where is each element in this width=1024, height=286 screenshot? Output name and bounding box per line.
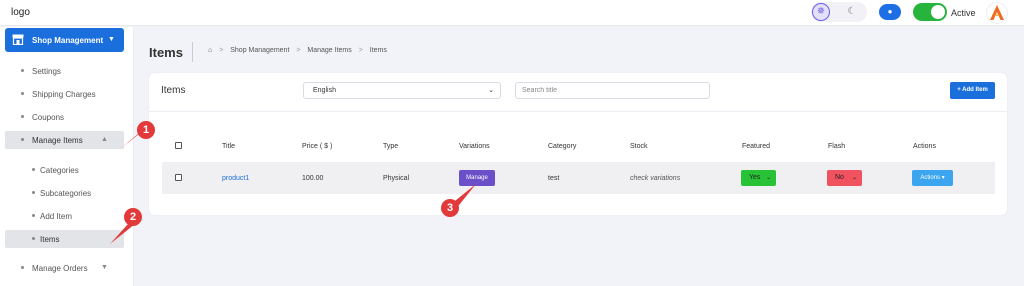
marker-3: 3	[441, 199, 459, 217]
items-card: Items English ⌄ + Add Item Title Price (…	[149, 73, 1007, 215]
active-toggle[interactable]	[913, 3, 947, 21]
preview-button[interactable]: ●	[879, 4, 901, 20]
sidebar-item-label: Categories	[40, 166, 79, 175]
item-title-link[interactable]: product1	[222, 175, 249, 182]
chevron-right-icon: >	[358, 47, 363, 54]
chevron-right-icon: >	[296, 47, 301, 54]
sidebar-item-label: Shipping Charges	[32, 90, 96, 99]
theme-toggle[interactable]: ✵ ☾	[811, 2, 867, 22]
chevron-down-icon: ▼	[101, 264, 108, 271]
chevron-down-icon: ⌄	[488, 87, 494, 94]
marker-1: 1	[137, 121, 155, 139]
item-category: test	[548, 175, 560, 182]
chevron-up-icon: ▲	[101, 136, 108, 143]
page-title: Items	[149, 45, 183, 60]
column-header-flash[interactable]: Flash	[828, 143, 845, 150]
column-header-type[interactable]: Type	[383, 143, 398, 150]
divider	[149, 111, 1007, 112]
language-select-value: English	[313, 87, 336, 94]
bullet-icon	[32, 191, 35, 194]
home-icon[interactable]: ⌂	[208, 47, 212, 54]
sidebar-header-label: Shop Management	[32, 36, 104, 45]
active-label: Active	[951, 8, 976, 18]
breadcrumb-items: Items	[369, 47, 387, 54]
add-item-button[interactable]: + Add Item	[950, 82, 995, 99]
item-price: 100.00	[302, 175, 324, 182]
bullet-icon	[32, 237, 35, 240]
logo[interactable]: logo	[11, 7, 30, 18]
breadcrumb-manage-items[interactable]: Manage Items	[307, 47, 351, 54]
toggle-knob	[931, 5, 945, 19]
column-header-category[interactable]: Category	[548, 143, 576, 150]
sidebar-item-settings[interactable]: Settings	[5, 62, 124, 80]
sidebar-item-manage-items[interactable]: Manage Items ▲	[5, 131, 124, 149]
manage-variations-button[interactable]: Manage	[459, 170, 495, 186]
bullet-icon	[32, 168, 35, 171]
table-row	[162, 162, 995, 194]
sidebar-header-shop-management[interactable]: Shop Management ▼	[5, 28, 124, 52]
actions-dropdown-button[interactable]: Actions ▾	[912, 170, 953, 186]
moon-icon[interactable]: ☾	[844, 4, 860, 20]
sidebar-item-label: Items	[40, 235, 60, 244]
breadcrumb-shop-management[interactable]: Shop Management	[230, 47, 289, 54]
chevron-down-icon: ⌄	[766, 175, 772, 181]
user-logo-icon	[986, 2, 1008, 24]
bullet-icon	[21, 92, 24, 95]
select-all-checkbox[interactable]	[175, 142, 182, 149]
marker-2: 2	[124, 208, 142, 226]
bullet-icon	[21, 266, 24, 269]
chevron-right-icon: >	[219, 47, 224, 54]
flash-value: No	[835, 174, 844, 181]
eye-icon: ●	[887, 7, 893, 16]
item-stock: check variations	[630, 175, 681, 182]
column-header-variations[interactable]: Variations	[459, 143, 490, 150]
divider	[192, 42, 193, 62]
featured-value: Yes	[749, 174, 761, 181]
bullet-icon	[32, 214, 35, 217]
sidebar-item-add-item[interactable]: Add Item	[5, 207, 124, 225]
caret-down-icon: ▾	[941, 175, 945, 181]
actions-label: Actions	[920, 175, 940, 181]
column-header-price[interactable]: Price ( $ )	[302, 143, 332, 150]
sidebar-item-coupons[interactable]: Coupons	[5, 108, 124, 126]
sidebar-item-items[interactable]: Items	[5, 230, 124, 248]
search-input[interactable]	[515, 82, 710, 99]
sidebar-item-shipping-charges[interactable]: Shipping Charges	[5, 85, 124, 103]
column-header-featured[interactable]: Featured	[742, 143, 770, 150]
sidebar-item-label: Manage Items	[32, 136, 83, 145]
sidebar: Shop Management ▼ Settings Shipping Char…	[0, 27, 134, 286]
breadcrumb: ⌂ > Shop Management > Manage Items > Ite…	[208, 47, 392, 54]
sidebar-item-label: Add Item	[40, 212, 73, 221]
language-select[interactable]: English ⌄	[303, 82, 501, 99]
top-bar: logo ✵ ☾ ● Active	[0, 0, 1024, 26]
sidebar-item-subcategories[interactable]: Subcategories	[5, 184, 124, 202]
sidebar-item-label: Manage Orders	[32, 264, 88, 273]
card-title: Items	[161, 85, 186, 96]
sidebar-item-label: Subcategories	[40, 189, 92, 198]
row-checkbox[interactable]	[175, 174, 182, 181]
sidebar-item-label: Coupons	[32, 113, 65, 122]
store-icon	[12, 34, 24, 45]
column-header-actions: Actions	[913, 143, 936, 150]
sidebar-item-categories[interactable]: Categories	[5, 161, 124, 179]
featured-select[interactable]: Yes ⌄	[741, 170, 776, 186]
column-header-stock[interactable]: Stock	[630, 143, 648, 150]
avatar[interactable]	[986, 2, 1008, 24]
flash-select[interactable]: No ⌄	[827, 170, 862, 186]
item-type: Physical	[383, 175, 410, 182]
bullet-icon	[21, 115, 24, 118]
column-header-title[interactable]: Title	[222, 143, 235, 150]
chevron-down-icon: ▼	[108, 36, 115, 43]
bullet-icon	[21, 69, 24, 72]
chevron-down-icon: ⌄	[852, 175, 858, 181]
sun-icon[interactable]: ✵	[812, 3, 830, 21]
sidebar-item-manage-orders[interactable]: Manage Orders ▼	[5, 259, 124, 277]
sidebar-item-label: Settings	[32, 67, 61, 76]
bullet-icon	[21, 138, 24, 141]
